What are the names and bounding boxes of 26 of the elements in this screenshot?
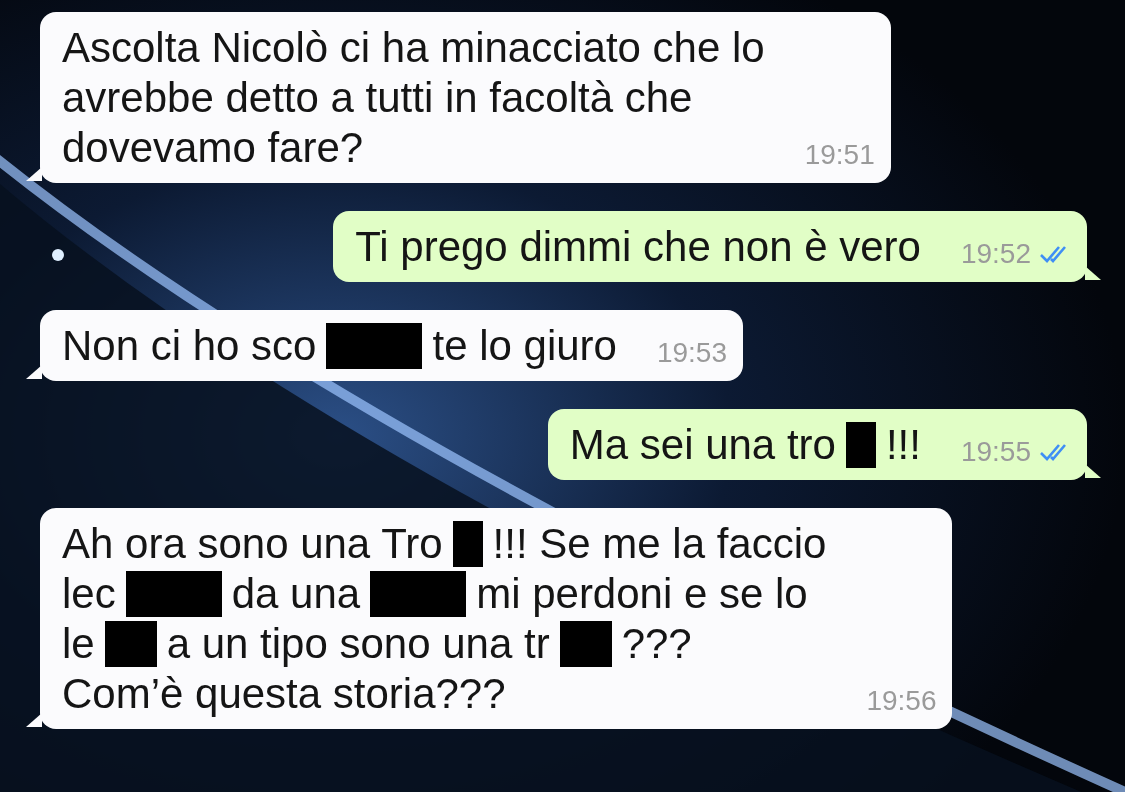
message-text: !!! Se me la faccio [492, 519, 827, 569]
message-text: Ti prego dimmi che non è vero [355, 222, 921, 272]
message-text: a un tipo sono una tr [166, 619, 550, 669]
message-time: 19:51 [804, 139, 875, 171]
message-time: 19:56 [866, 685, 937, 717]
message-text: da una [231, 569, 361, 619]
redaction-block [845, 422, 876, 468]
message-text: ??? [621, 619, 692, 669]
message-time: 19:52 [960, 238, 1031, 270]
message-text: Ascolta Nicolò ci ha minacciato che lo [62, 23, 765, 73]
message-text: te lo giuro [432, 321, 617, 371]
message-text: Ma sei una tro [569, 420, 836, 470]
message-text: dovevamo fare? [62, 123, 364, 173]
message-text: avrebbe detto a tutti in facoltà che [62, 73, 693, 123]
message-text: lec [62, 569, 116, 619]
message-time: 19:53 [656, 337, 727, 369]
message-time: 19:55 [960, 436, 1031, 468]
redaction-block [452, 521, 483, 567]
message-text: mi perdoni e se lo [476, 569, 808, 619]
message-text: !!! [885, 420, 921, 470]
redaction-block [104, 621, 157, 667]
redaction-block [559, 621, 612, 667]
message-text: le [62, 619, 95, 669]
message-text: Com’è questa storia??? [62, 669, 506, 719]
message-text: Non ci ho sco [62, 321, 317, 371]
message-text: Ah ora sono una Tro [62, 519, 443, 569]
